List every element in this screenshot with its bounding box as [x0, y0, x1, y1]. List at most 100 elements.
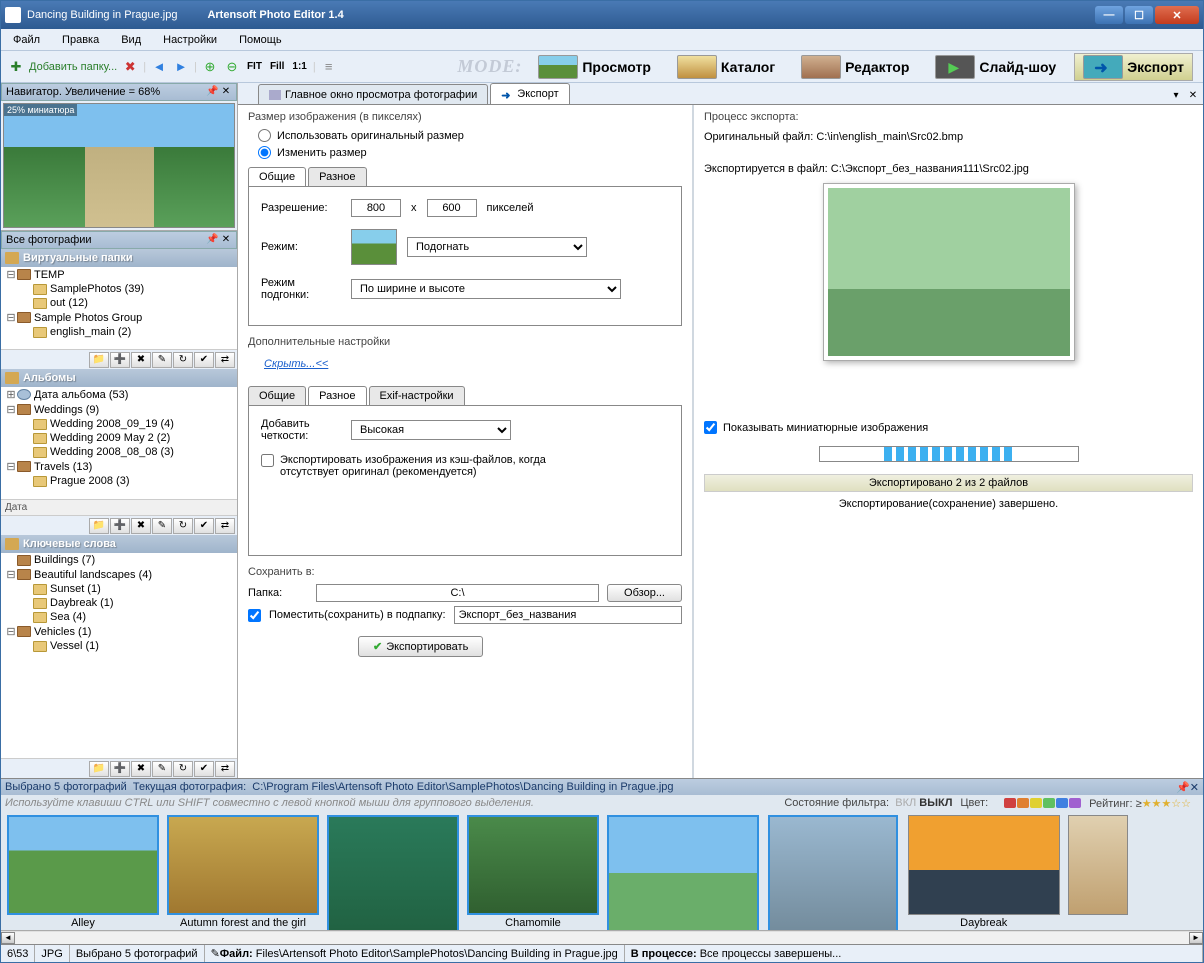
minimize-button[interactable]: — — [1095, 6, 1123, 24]
mode-catalog-button[interactable]: Каталог — [669, 53, 783, 81]
panel-close-icon[interactable]: ✕ — [220, 234, 232, 246]
mode-editor-button[interactable]: Редактор — [793, 53, 917, 81]
menu-help[interactable]: Помощь — [233, 32, 288, 48]
albums-header[interactable]: Альбомы — [1, 369, 237, 387]
width-input[interactable] — [351, 199, 401, 217]
use-original-radio[interactable] — [258, 129, 271, 142]
btn-icon[interactable]: ➕ — [110, 518, 130, 534]
tab-export[interactable]: ➜Экспорт — [490, 83, 569, 104]
tree-item[interactable]: ⊟TEMP — [1, 267, 237, 282]
mode-view-button[interactable]: Просмотр — [530, 53, 659, 81]
btn-icon[interactable]: ↻ — [173, 352, 193, 368]
mode-slideshow-button[interactable]: Слайд-шоу — [927, 53, 1064, 81]
oneone-button[interactable]: 1:1 — [290, 61, 308, 72]
show-thumbs-checkbox[interactable] — [704, 421, 717, 434]
keywords-header[interactable]: Ключевые слова — [1, 535, 237, 553]
tree-item[interactable]: Daybreak (1) — [1, 596, 237, 610]
cache-checkbox[interactable] — [261, 454, 274, 467]
add-folder-button[interactable]: Добавить папку... — [29, 61, 117, 73]
tree-item[interactable]: Sunset (1) — [1, 582, 237, 596]
menu-settings[interactable]: Настройки — [157, 32, 223, 48]
btn-icon[interactable]: ✖ — [131, 761, 151, 777]
subtab2-misc[interactable]: Разное — [308, 386, 366, 405]
folders-tree[interactable]: ⊟TEMPSamplePhotos (39)out (12)⊟Sample Ph… — [1, 267, 237, 349]
keywords-tree[interactable]: Buildings (7)⊟Beautiful landscapes (4)Su… — [1, 553, 237, 758]
thumbnail[interactable]: Chamomile — [467, 815, 599, 929]
subfolder-input[interactable] — [454, 606, 682, 624]
thumbnail[interactable]: Dancing Building in Prague — [767, 815, 900, 930]
delete-icon[interactable]: ✖ — [121, 58, 139, 76]
thumbnail-strip[interactable]: AlleyAutumn forest and the girlBirdsCham… — [1, 811, 1203, 930]
height-input[interactable] — [427, 199, 477, 217]
strip-scrollbar[interactable]: ◄ ► — [1, 930, 1203, 944]
export-button[interactable]: Экспортировать — [358, 636, 483, 657]
tree-item[interactable]: ⊟Weddings (9) — [1, 402, 237, 417]
tab-main-view[interactable]: Главное окно просмотра фотографии — [258, 84, 488, 104]
tree-item[interactable]: english_main (2) — [1, 325, 237, 339]
subtab-misc[interactable]: Разное — [308, 167, 366, 186]
btn-icon[interactable]: ↻ — [173, 761, 193, 777]
all-photos-header[interactable]: Все фотографии 📌 ✕ — [1, 231, 237, 249]
scroll-right-icon[interactable]: ► — [1189, 932, 1203, 944]
prev-icon[interactable]: ◄ — [150, 58, 168, 76]
btn-icon[interactable]: ✔ — [194, 761, 214, 777]
btn-icon[interactable]: ✖ — [131, 352, 151, 368]
list-icon[interactable]: ≡ — [320, 58, 338, 76]
btn-icon[interactable]: 📁 — [89, 518, 109, 534]
thumbnail[interactable] — [1068, 815, 1128, 917]
thumbnail[interactable]: Alley — [7, 815, 159, 929]
btn-icon[interactable]: ✖ — [131, 518, 151, 534]
add-folder-icon[interactable]: ✚ — [7, 58, 25, 76]
btn-icon[interactable]: ✎ — [152, 518, 172, 534]
btn-icon[interactable]: ↻ — [173, 518, 193, 534]
strip-close-icon[interactable]: ✕ — [1190, 781, 1199, 794]
tree-item[interactable]: Wedding 2008_09_19 (4) — [1, 417, 237, 431]
thumbnail[interactable]: Daybreak — [908, 815, 1060, 929]
subtab2-exif[interactable]: Exif-настройки — [369, 386, 465, 405]
btn-icon[interactable]: ➕ — [110, 352, 130, 368]
btn-icon[interactable]: ✔ — [194, 352, 214, 368]
maximize-button[interactable]: ☐ — [1125, 6, 1153, 24]
btn-icon[interactable]: ✎ — [152, 352, 172, 368]
btn-icon[interactable]: 📁 — [89, 761, 109, 777]
menu-view[interactable]: Вид — [115, 32, 147, 48]
thumbnail[interactable]: Autumn forest and the girl — [167, 815, 319, 929]
tree-item[interactable]: Vessel (1) — [1, 639, 237, 653]
zoom-in-icon[interactable]: ⊕ — [201, 58, 219, 76]
fit-by-select[interactable]: По ширине и высоте — [351, 279, 621, 299]
close-button[interactable]: ✕ — [1155, 6, 1199, 24]
tree-item[interactable]: Sea (4) — [1, 610, 237, 624]
thumbnail[interactable]: Birds — [327, 815, 459, 930]
zoom-out-icon[interactable]: ⊖ — [223, 58, 241, 76]
tree-item[interactable]: ⊟Sample Photos Group — [1, 310, 237, 325]
tree-item[interactable]: Wedding 2008_08_08 (3) — [1, 445, 237, 459]
tree-item[interactable]: ⊟Vehicles (1) — [1, 624, 237, 639]
thumbnail[interactable]: Cow — [607, 815, 759, 930]
fit-mode-select[interactable]: Подогнать — [407, 237, 587, 257]
subtab2-common[interactable]: Общие — [248, 386, 306, 405]
pin-icon[interactable]: 📌 — [1176, 781, 1190, 794]
btn-icon[interactable]: ✔ — [194, 518, 214, 534]
next-icon[interactable]: ► — [172, 58, 190, 76]
folders-header[interactable]: Виртуальные папки — [1, 249, 237, 267]
rating-stars[interactable]: ★★★☆☆ — [1142, 798, 1191, 810]
sharpen-select[interactable]: Высокая — [351, 420, 511, 440]
btn-icon[interactable]: ⇄ — [215, 352, 235, 368]
tree-item[interactable]: Buildings (7) — [1, 553, 237, 567]
pin-icon[interactable]: 📌 — [206, 86, 218, 98]
subfolder-checkbox[interactable] — [248, 609, 261, 622]
hide-link[interactable]: Скрыть...<< — [264, 358, 328, 370]
menu-edit[interactable]: Правка — [56, 32, 105, 48]
btn-icon[interactable]: 📁 — [89, 352, 109, 368]
menu-file[interactable]: Файл — [7, 32, 46, 48]
tree-item[interactable]: ⊟Beautiful landscapes (4) — [1, 567, 237, 582]
pin-icon[interactable]: 📌 — [206, 234, 218, 246]
btn-icon[interactable]: ✎ — [152, 761, 172, 777]
resize-radio[interactable] — [258, 146, 271, 159]
tree-item[interactable]: ⊟Travels (13) — [1, 459, 237, 474]
tabs-dropdown-icon[interactable]: ▾ — [1169, 90, 1183, 104]
tabs-close-icon[interactable]: ✕ — [1186, 90, 1200, 104]
tree-item[interactable]: Prague 2008 (3) — [1, 474, 237, 488]
albums-tree[interactable]: ⊞Дата альбома (53)⊟Weddings (9)Wedding 2… — [1, 387, 237, 499]
tree-item[interactable]: out (12) — [1, 296, 237, 310]
